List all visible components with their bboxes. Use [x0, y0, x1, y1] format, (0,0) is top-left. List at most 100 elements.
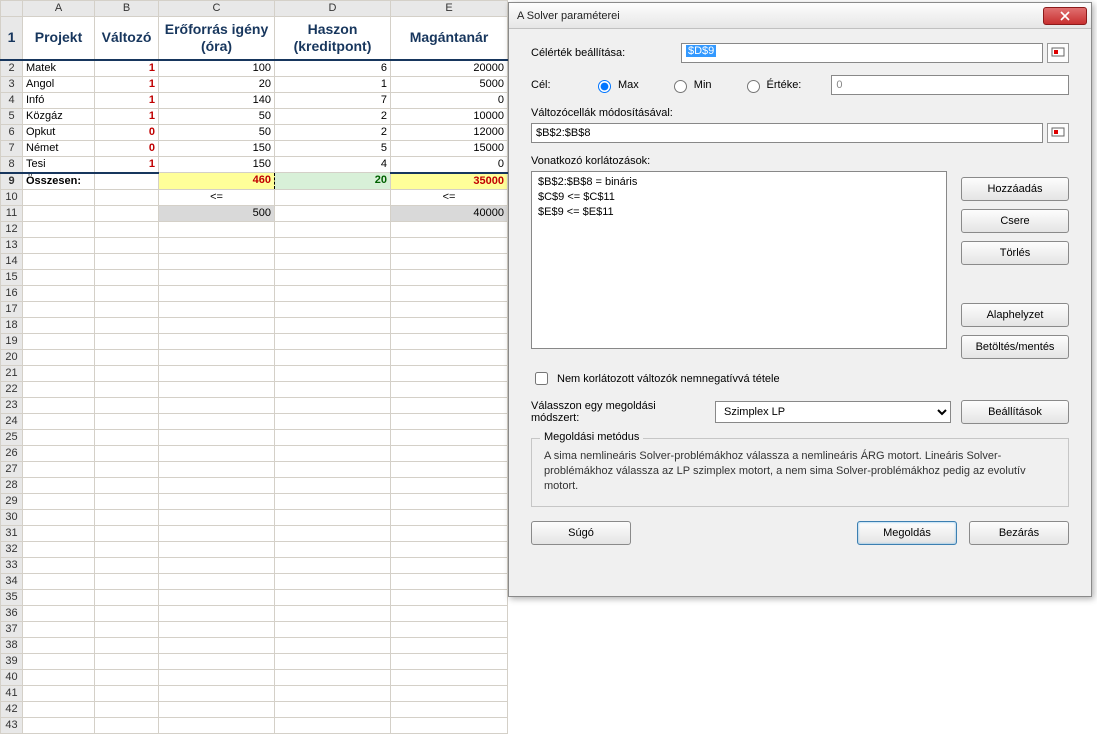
cell[interactable]	[275, 269, 391, 285]
cell[interactable]: 100	[159, 60, 275, 77]
cell[interactable]	[391, 669, 508, 685]
cell[interactable]	[95, 269, 159, 285]
cell[interactable]	[159, 685, 275, 701]
cell[interactable]	[391, 301, 508, 317]
close-button[interactable]: Bezárás	[969, 521, 1069, 545]
row-header[interactable]: 18	[1, 317, 23, 333]
cell[interactable]	[275, 397, 391, 413]
row-header[interactable]: 32	[1, 541, 23, 557]
cell[interactable]	[159, 413, 275, 429]
cell[interactable]	[275, 253, 391, 269]
cell[interactable]	[23, 397, 95, 413]
cell[interactable]	[23, 621, 95, 637]
cell[interactable]	[275, 477, 391, 493]
column-title[interactable]: Változó	[95, 17, 159, 60]
cell[interactable]	[275, 557, 391, 573]
cell[interactable]	[95, 205, 159, 221]
cell[interactable]	[23, 381, 95, 397]
row-header[interactable]: 26	[1, 445, 23, 461]
reset-button[interactable]: Alaphelyzet	[961, 303, 1069, 327]
cell[interactable]	[159, 333, 275, 349]
row-header[interactable]: 7	[1, 140, 23, 156]
cell[interactable]	[391, 621, 508, 637]
constraints-listbox[interactable]: $B$2:$B$8 = bináris$C$9 <= $C$11$E$9 <= …	[531, 171, 947, 349]
row-header[interactable]: 11	[1, 205, 23, 221]
row-header[interactable]: 24	[1, 413, 23, 429]
cell[interactable]	[23, 493, 95, 509]
cell[interactable]	[275, 317, 391, 333]
cell[interactable]	[391, 381, 508, 397]
cell[interactable]	[95, 365, 159, 381]
cell[interactable]	[23, 205, 95, 221]
row-header[interactable]: 4	[1, 92, 23, 108]
cell[interactable]	[275, 621, 391, 637]
cell[interactable]	[23, 589, 95, 605]
cell[interactable]	[159, 589, 275, 605]
cell[interactable]	[159, 541, 275, 557]
cell[interactable]	[391, 461, 508, 477]
cell[interactable]: 0	[391, 156, 508, 173]
row-header[interactable]: 1	[1, 17, 23, 60]
cell[interactable]: 1	[275, 76, 391, 92]
cell[interactable]	[159, 461, 275, 477]
cell[interactable]	[23, 701, 95, 717]
row-header[interactable]: 30	[1, 509, 23, 525]
cell[interactable]: 10000	[391, 108, 508, 124]
cell[interactable]	[391, 573, 508, 589]
cell[interactable]	[391, 413, 508, 429]
add-button[interactable]: Hozzáadás	[961, 177, 1069, 201]
cell[interactable]	[95, 589, 159, 605]
row-header[interactable]: 34	[1, 573, 23, 589]
cell[interactable]	[391, 541, 508, 557]
cell[interactable]: 150	[159, 156, 275, 173]
cell[interactable]	[391, 445, 508, 461]
cell[interactable]: 2	[275, 124, 391, 140]
cell[interactable]	[95, 285, 159, 301]
column-title[interactable]: Magántanár	[391, 17, 508, 60]
row-header[interactable]: 3	[1, 76, 23, 92]
cell[interactable]	[391, 317, 508, 333]
close-icon[interactable]	[1043, 7, 1087, 25]
cell[interactable]	[391, 365, 508, 381]
cell[interactable]: 50	[159, 108, 275, 124]
cell[interactable]: 150	[159, 140, 275, 156]
cell[interactable]	[95, 685, 159, 701]
cell[interactable]	[23, 461, 95, 477]
cell[interactable]	[23, 429, 95, 445]
cell[interactable]: 5000	[391, 76, 508, 92]
options-button[interactable]: Beállítások	[961, 400, 1069, 424]
cell[interactable]	[159, 509, 275, 525]
cell[interactable]	[391, 557, 508, 573]
cell[interactable]	[95, 237, 159, 253]
cell[interactable]: 4	[275, 156, 391, 173]
cell[interactable]	[159, 317, 275, 333]
cell[interactable]	[391, 605, 508, 621]
cell[interactable]	[391, 397, 508, 413]
row-header[interactable]: 9	[1, 173, 23, 190]
cell[interactable]	[391, 637, 508, 653]
cell[interactable]	[95, 189, 159, 205]
row-header[interactable]: 8	[1, 156, 23, 173]
cell[interactable]	[275, 541, 391, 557]
row-header[interactable]: 28	[1, 477, 23, 493]
cell[interactable]	[23, 285, 95, 301]
cell[interactable]: 35000	[391, 173, 508, 190]
cell[interactable]: Matek	[23, 60, 95, 77]
row-header[interactable]: 29	[1, 493, 23, 509]
radio-min[interactable]: Min	[669, 77, 712, 93]
cell[interactable]	[275, 685, 391, 701]
row-header[interactable]: 17	[1, 301, 23, 317]
row-header[interactable]: 38	[1, 637, 23, 653]
cell[interactable]	[23, 333, 95, 349]
nonneg-checkbox[interactable]	[535, 372, 548, 385]
cell[interactable]	[159, 349, 275, 365]
cell[interactable]	[95, 717, 159, 733]
cell[interactable]	[23, 253, 95, 269]
cell[interactable]: Infó	[23, 92, 95, 108]
cell[interactable]	[95, 333, 159, 349]
cell[interactable]: 0	[95, 140, 159, 156]
cell[interactable]	[23, 669, 95, 685]
cell[interactable]	[95, 493, 159, 509]
cell[interactable]	[275, 717, 391, 733]
cell[interactable]	[95, 301, 159, 317]
